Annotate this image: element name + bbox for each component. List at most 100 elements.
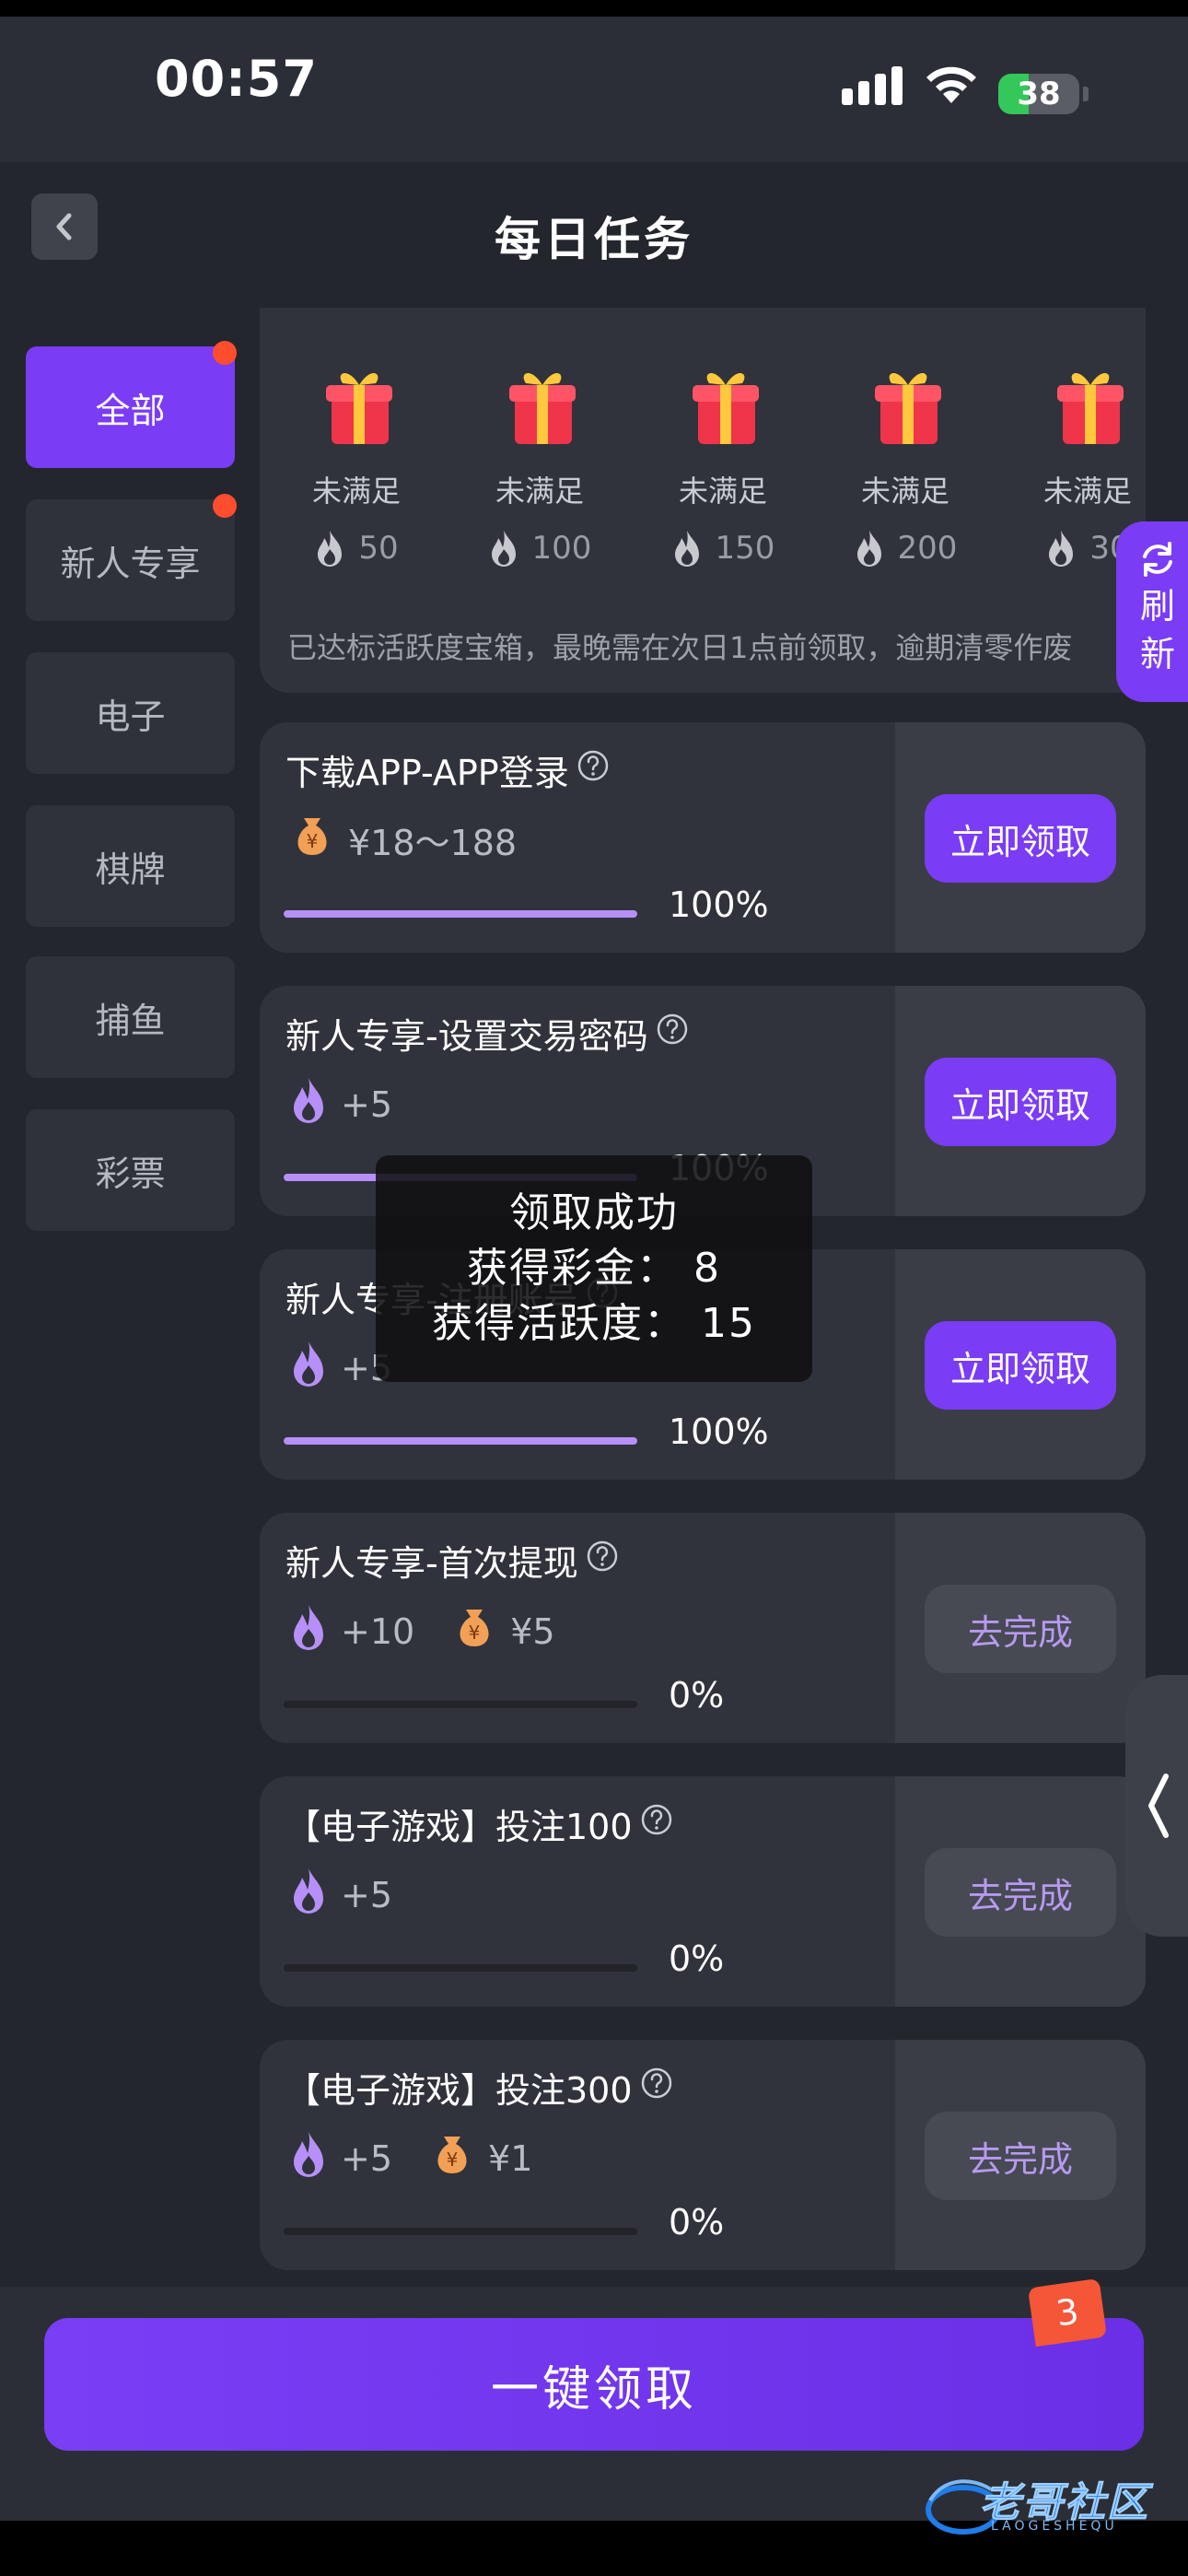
cellular-signal-icon <box>842 64 906 105</box>
task-progress-fill <box>284 1437 637 1445</box>
task-title: 新人专享-设置交易密码 <box>285 1008 689 1059</box>
sidebar-item-all[interactable]: 全部 <box>26 341 237 468</box>
refresh-button[interactable]: 刷 新 <box>1116 521 1188 702</box>
task-progress-bar <box>284 1964 637 1972</box>
money-reward: ¥5 <box>510 1610 555 1652</box>
reward-status: 未满足 <box>678 474 767 509</box>
top-edge <box>0 0 1188 17</box>
reward-status: 未满足 <box>1042 474 1132 509</box>
money-bag-icon: ¥ <box>289 813 335 867</box>
task-card: 下载APP-APP登录 ¥ ¥18～188 100% 立即领取 <box>260 722 1146 953</box>
refresh-icon <box>1143 542 1172 577</box>
side-drawer-handle[interactable] <box>1125 1675 1188 1937</box>
notification-dot <box>213 494 237 518</box>
task-progress-text: 100% <box>669 1411 769 1452</box>
task-title: 新人专享-首次提现 <box>285 1535 619 1586</box>
flame-icon <box>289 1867 328 1923</box>
reward-status: 未满足 <box>311 474 401 509</box>
task-progress-text: 0% <box>669 1938 725 1979</box>
task-title-text: 新人专享-首次提现 <box>285 1543 578 1584</box>
reward-score: 50 <box>358 530 399 567</box>
task-card: 【电子游戏】投注100 +5 0% 去完成 <box>260 1776 1146 2007</box>
activity-reward: +5 <box>341 2137 393 2179</box>
page-title: 每日任务 <box>495 213 693 266</box>
task-title: 下载APP-APP登录 <box>285 744 610 795</box>
reward-status: 未满足 <box>495 474 584 509</box>
task-rewards: +5 <box>289 1076 429 1132</box>
task-progress-fill <box>284 910 637 918</box>
sidebar-item-lottery[interactable]: 彩票 <box>26 1109 235 1231</box>
reward-box[interactable]: 未满足 100 <box>452 308 627 584</box>
sidebar-item-label: 彩票 <box>95 1153 166 1194</box>
flame-icon <box>1049 531 1074 567</box>
sidebar-item-electronic[interactable]: 电子 <box>26 652 235 774</box>
money-bag-icon: ¥ <box>451 1604 497 1658</box>
toast-activity: 获得活跃度： 15 <box>432 1300 756 1347</box>
flame-icon <box>674 531 699 567</box>
flame-icon <box>491 531 516 567</box>
sidebar-item-label: 新人专享 <box>60 543 201 584</box>
claim-all-button[interactable]: 一键领取 <box>44 2318 1144 2451</box>
go-complete-button[interactable]: 去完成 <box>925 1848 1116 1937</box>
task-rewards: ¥ ¥18～188 <box>289 813 553 867</box>
claim-button[interactable]: 立即领取 <box>925 1058 1116 1146</box>
wifi-icon <box>926 66 976 103</box>
help-icon[interactable] <box>640 1803 673 1844</box>
go-complete-button[interactable]: 去完成 <box>925 2112 1116 2200</box>
flame-icon <box>289 1340 328 1396</box>
task-title-text: 【电子游戏】投注100 <box>285 1807 633 1847</box>
flame-icon <box>289 1076 328 1132</box>
reward-box[interactable]: 未满足 150 <box>635 308 810 584</box>
svg-text:¥: ¥ <box>447 2149 459 2171</box>
gift-box-icon <box>509 372 576 444</box>
reward-status: 未满足 <box>860 474 949 509</box>
task-title-text: 新人专享-设置交易密码 <box>285 1016 648 1057</box>
flame-icon <box>289 1603 328 1659</box>
task-card: 【电子游戏】投注300 +5 ¥ ¥1 0% 去完成 <box>260 2040 1146 2270</box>
sidebar-item-fishing[interactable]: 捕鱼 <box>26 956 235 1078</box>
task-progress-text: 0% <box>669 1675 725 1715</box>
reward-box[interactable]: 未满足 200 <box>818 308 993 584</box>
refresh-label-line1: 刷 <box>1139 586 1175 626</box>
help-icon[interactable] <box>577 749 610 790</box>
go-complete-button[interactable]: 去完成 <box>925 1585 1116 1673</box>
help-icon[interactable] <box>586 1540 619 1581</box>
sidebar-item-label: 电子 <box>95 696 166 737</box>
sidebar-item-newcomer[interactable]: 新人专享 <box>26 494 237 621</box>
task-title: 【电子游戏】投注300 <box>285 2062 673 2113</box>
flame-icon <box>318 531 343 567</box>
task-button-label: 去完成 <box>967 1611 1073 1653</box>
activity-reward: +5 <box>341 1874 393 1915</box>
task-button-label: 去完成 <box>967 2138 1073 2180</box>
task-progress-bar <box>284 1437 637 1445</box>
reward-score: 150 <box>715 530 775 567</box>
help-icon[interactable] <box>640 2067 673 2108</box>
help-icon[interactable] <box>656 1013 689 1054</box>
money-bag-icon: ¥ <box>429 2131 475 2185</box>
task-progress-text: 100% <box>669 884 769 925</box>
claim-button[interactable]: 立即领取 <box>925 1321 1116 1410</box>
activity-reward-panel: 未满足 50 未满足 100 未满足 150 未满足 200 未满足 30 已达… <box>260 308 1146 693</box>
claim-button[interactable]: 立即领取 <box>925 794 1116 883</box>
gift-box-icon <box>875 372 941 444</box>
reward-note: 已达标活跃度宝箱，最晚需在次日1点前领取，逾期清零作废 <box>287 630 1073 665</box>
reward-box[interactable]: 未满足 50 <box>269 308 444 584</box>
task-button-label: 去完成 <box>967 1875 1073 1916</box>
money-reward: ¥1 <box>488 2137 533 2179</box>
task-rewards: +5 <box>289 1867 429 1923</box>
task-progress-text: 0% <box>669 2202 725 2242</box>
claim-count: 3 <box>1053 2290 1082 2335</box>
flame-icon <box>856 531 881 567</box>
task-progress-bar <box>284 1701 637 1708</box>
status-bar: 00:57 38 <box>0 17 1188 162</box>
task-title: 【电子游戏】投注100 <box>285 1798 673 1849</box>
gift-box-icon <box>326 372 392 444</box>
refresh-label-line2: 新 <box>1139 634 1175 674</box>
flame-icon <box>289 2130 328 2186</box>
sidebar-item-chess-cards[interactable]: 棋牌 <box>26 805 235 927</box>
watermark-subtext: LAOGESHEQU <box>991 2519 1118 2534</box>
sidebar-item-label: 棋牌 <box>95 849 166 890</box>
svg-text:¥: ¥ <box>469 1622 481 1644</box>
reward-score: 100 <box>531 530 592 567</box>
battery-icon: 38 <box>998 74 1079 114</box>
